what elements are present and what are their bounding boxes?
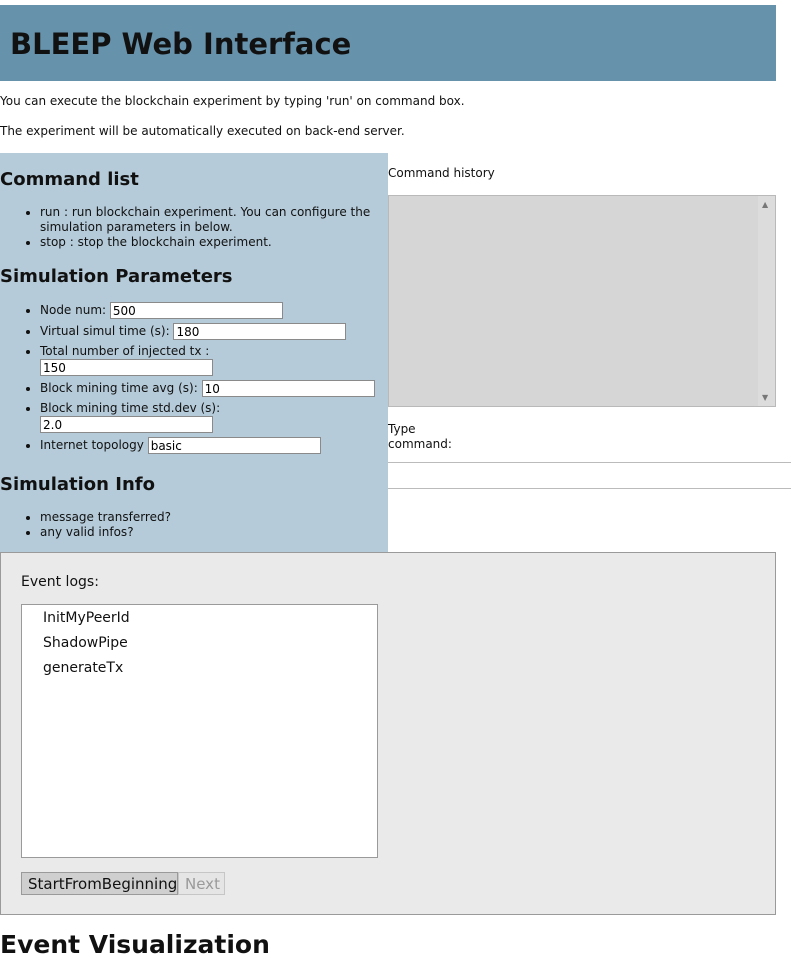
node-num-label: Node num: xyxy=(40,303,107,317)
param-node-num: Node num: xyxy=(40,302,388,323)
intro-text-run: You can execute the blockchain experimen… xyxy=(0,94,465,108)
type-command-label: Type command: xyxy=(388,422,452,451)
scroll-up-icon[interactable]: ▲ xyxy=(762,200,768,209)
virtual-time-input[interactable] xyxy=(173,323,347,340)
command-item-stop: stop : stop the blockchain experiment. xyxy=(40,235,388,250)
topology-input[interactable] xyxy=(147,437,321,454)
command-list-heading: Command list xyxy=(0,169,139,190)
command-list: run : run blockchain experiment. You can… xyxy=(0,205,388,250)
sim-info-item: any valid infos? xyxy=(40,525,388,540)
history-scrollbar[interactable]: ▲ ▼ xyxy=(758,196,775,406)
param-virtual-time: Virtual simul time (s): xyxy=(40,323,388,344)
param-mining-std: Block mining time std.dev (s): xyxy=(40,401,388,437)
event-logs-panel: Event logs: InitMyPeerId ShadowPipe gene… xyxy=(0,552,776,915)
start-from-beginning-button[interactable]: StartFromBeginning xyxy=(21,872,178,895)
event-visualization-heading: Event Visualization xyxy=(0,930,270,959)
injected-tx-input[interactable] xyxy=(40,359,213,376)
command-item-run: run : run blockchain experiment. You can… xyxy=(40,205,388,235)
intro-text-backend: The experiment will be automatically exe… xyxy=(0,124,405,138)
sim-params-heading: Simulation Parameters xyxy=(0,266,233,287)
topology-label: Internet topology xyxy=(40,438,144,452)
event-log-list[interactable]: InitMyPeerId ShadowPipe generateTx xyxy=(21,604,378,858)
page-title: BLEEP Web Interface xyxy=(10,27,352,61)
next-button[interactable]: Next xyxy=(178,872,225,895)
log-item[interactable]: ShadowPipe xyxy=(43,635,128,651)
sim-info-heading: Simulation Info xyxy=(0,474,155,495)
log-item[interactable]: InitMyPeerId xyxy=(43,610,130,626)
injected-tx-label: Total number of injected tx : xyxy=(40,344,210,358)
param-injected-tx: Total number of injected tx : xyxy=(40,344,388,380)
command-input[interactable] xyxy=(388,462,791,489)
settings-panel: Command list run : run blockchain experi… xyxy=(0,153,388,552)
mining-std-label: Block mining time std.dev (s): xyxy=(40,401,221,415)
command-history-label: Command history xyxy=(388,166,495,180)
virtual-time-label: Virtual simul time (s): xyxy=(40,324,170,338)
event-logs-title: Event logs: xyxy=(21,574,99,590)
sim-params-list: Node num: Virtual simul time (s): Total … xyxy=(0,302,388,458)
page-header: BLEEP Web Interface xyxy=(0,5,776,81)
mining-avg-input[interactable] xyxy=(201,380,375,397)
command-history-textarea[interactable]: ▲ ▼ xyxy=(388,195,776,407)
mining-std-input[interactable] xyxy=(40,416,213,433)
node-num-input[interactable] xyxy=(109,302,283,319)
sim-info-item: message transferred? xyxy=(40,510,388,525)
scroll-down-icon[interactable]: ▼ xyxy=(762,393,768,402)
mining-avg-label: Block mining time avg (s): xyxy=(40,381,198,395)
log-item[interactable]: generateTx xyxy=(43,660,123,676)
param-mining-avg: Block mining time avg (s): xyxy=(40,380,388,401)
param-topology: Internet topology xyxy=(40,437,388,458)
sim-info-list: message transferred? any valid infos? xyxy=(0,510,388,540)
